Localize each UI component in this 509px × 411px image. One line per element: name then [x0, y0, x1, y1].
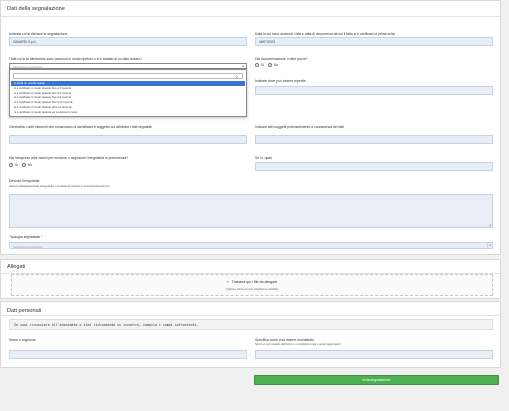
date-value: 06/07/2023 — [259, 40, 275, 44]
docs-yes-radio[interactable] — [255, 63, 259, 67]
attachments-title: Allegati — [7, 264, 26, 270]
date-label: Data in cui sono avvenuti i fatti e data… — [255, 32, 395, 36]
personal-title: Dati personali — [7, 308, 42, 314]
dropzone-label: Trascina qui i file da allegare — [231, 280, 278, 284]
docs-yes-label: Sì — [261, 63, 265, 67]
type-label: Tipologia segnalante * — [9, 235, 42, 239]
docs-label: Hai documentazione o altre prove? — [255, 57, 308, 61]
other-elements-label: Generalità o altri elementi che consenta… — [9, 125, 152, 129]
company-value: ZANARDI S.p.A. — [13, 40, 37, 44]
facts-option[interactable]: si è verificato in modo ripetuto ed è an… — [11, 110, 245, 115]
contact-hint: Scrivi un tuo recapito telefonico o un i… — [255, 343, 341, 346]
facts-search-input[interactable]: ⚲ — [13, 73, 243, 79]
search-icon: ⚲ — [235, 74, 238, 79]
dropzone-hint: (Oppure clicca qui per sfogliare le cart… — [225, 287, 279, 291]
docs-no-radio[interactable] — [268, 63, 273, 67]
which-label: Se sì, quali — [255, 156, 272, 160]
name-field[interactable] — [9, 350, 247, 359]
other-subjects-field[interactable] — [255, 135, 493, 144]
describe-hint: Descrivi dettagliatamente l'irregolarità… — [9, 185, 110, 188]
personal-panel: Dati personali Se vuoi rinunciare all'an… — [0, 301, 501, 368]
chevron-down-icon: ▾ — [487, 243, 492, 248]
dropzone-text: » Trascina qui i file da allegare — [12, 280, 492, 284]
docs-no-label: No — [274, 63, 279, 67]
docs-radio-group: Sì No — [255, 63, 278, 67]
name-label: Nome e cognome — [9, 338, 36, 342]
prior-yes-label: Sì — [15, 163, 19, 167]
type-label-text: Tipologia segnalante — [9, 235, 41, 239]
company-label: Azienda cui si riferisce la segnalazione — [9, 32, 68, 36]
prior-no-label: No — [28, 163, 33, 167]
attachments-panel: Allegati » Trascina qui i file da allega… — [0, 259, 501, 299]
other-elements-field[interactable] — [9, 135, 247, 144]
upload-icon: » — [226, 280, 229, 284]
which-field[interactable] — [255, 162, 493, 171]
type-select[interactable]: Seleziona un elemento ▾ — [9, 242, 493, 249]
facts-label: I fatti cui si fa riferimento sono avven… — [9, 57, 142, 61]
describe-label: Descrivi l'irregolarità — [9, 179, 40, 183]
resize-handle-icon: ◢ — [488, 223, 491, 227]
file-dropzone[interactable]: » Trascina qui i file da allegare (Oppur… — [11, 274, 493, 296]
type-select-placeholder: Seleziona un elemento — [13, 244, 43, 249]
submit-button[interactable]: Invia segnalazione — [254, 375, 499, 385]
contact-label: Specifica come vuoi essere ricontattato — [255, 338, 314, 342]
describe-textarea[interactable]: ◢ — [9, 194, 493, 228]
prior-action-radio-group: Sì No — [9, 163, 32, 167]
required-marker: * — [41, 235, 43, 239]
prior-action-label: Hai intrapreso altre azioni per risolver… — [9, 156, 129, 160]
report-title: Dati della segnalazione — [7, 6, 65, 12]
chevron-up-icon: ▴ — [242, 64, 244, 68]
report-panel: Dati della segnalazione Azienda cui si r… — [0, 0, 501, 255]
prior-yes-radio[interactable] — [9, 163, 13, 167]
facts-dropdown: ⚲ si tratta un evento isolato si è verif… — [9, 69, 247, 117]
personal-divider — [1, 315, 500, 316]
anonymity-notice: Se vuoi rinunciare all'anonimato o stai … — [9, 319, 493, 330]
where-field[interactable] — [255, 86, 493, 95]
contact-field[interactable] — [255, 350, 493, 359]
company-field: ZANARDI S.p.A. — [9, 37, 247, 46]
prior-no-radio[interactable] — [22, 163, 27, 167]
where-label: Indicare dove può essere reperita — [255, 79, 306, 83]
report-divider — [1, 16, 500, 17]
other-subjects-label: Indicare altri soggetti potenzialmente a… — [255, 125, 344, 129]
date-field[interactable]: 06/07/2023 — [255, 37, 493, 46]
